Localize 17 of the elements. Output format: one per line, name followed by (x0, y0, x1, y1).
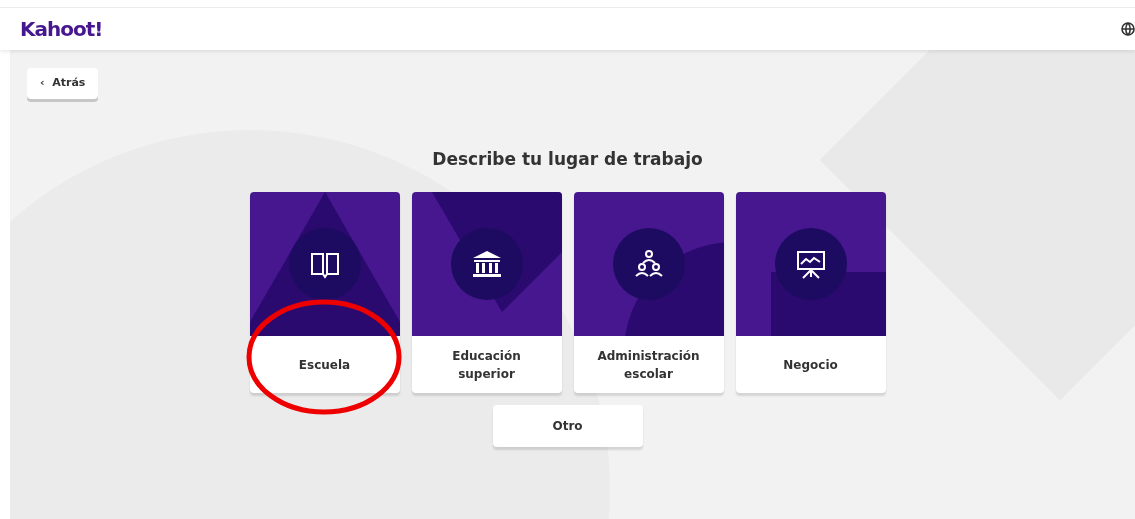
workplace-card[interactable]: Escuela (249, 192, 400, 393)
presentation-icon (796, 251, 825, 279)
card-label: Administración escolar (596, 347, 701, 383)
workplace-card[interactable]: Educación superior (411, 192, 562, 393)
back-button[interactable]: ‹ Atrás (27, 68, 99, 99)
globe-icon[interactable] (1121, 22, 1135, 36)
other-button[interactable]: Otro (492, 405, 643, 447)
page-title: Describe tu lugar de trabajo (432, 147, 703, 171)
card-label: Escuela (297, 356, 352, 374)
card-label: Negocio (782, 356, 839, 374)
workplace-card[interactable]: Administración escolar (573, 192, 724, 393)
kahoot-logo[interactable]: Kahoot! (20, 14, 103, 44)
people-icon (634, 250, 663, 277)
building-icon (472, 251, 501, 277)
book-icon (310, 253, 339, 279)
workplace-card[interactable]: Negocio (735, 192, 886, 393)
card-label: Educación superior (451, 347, 522, 383)
